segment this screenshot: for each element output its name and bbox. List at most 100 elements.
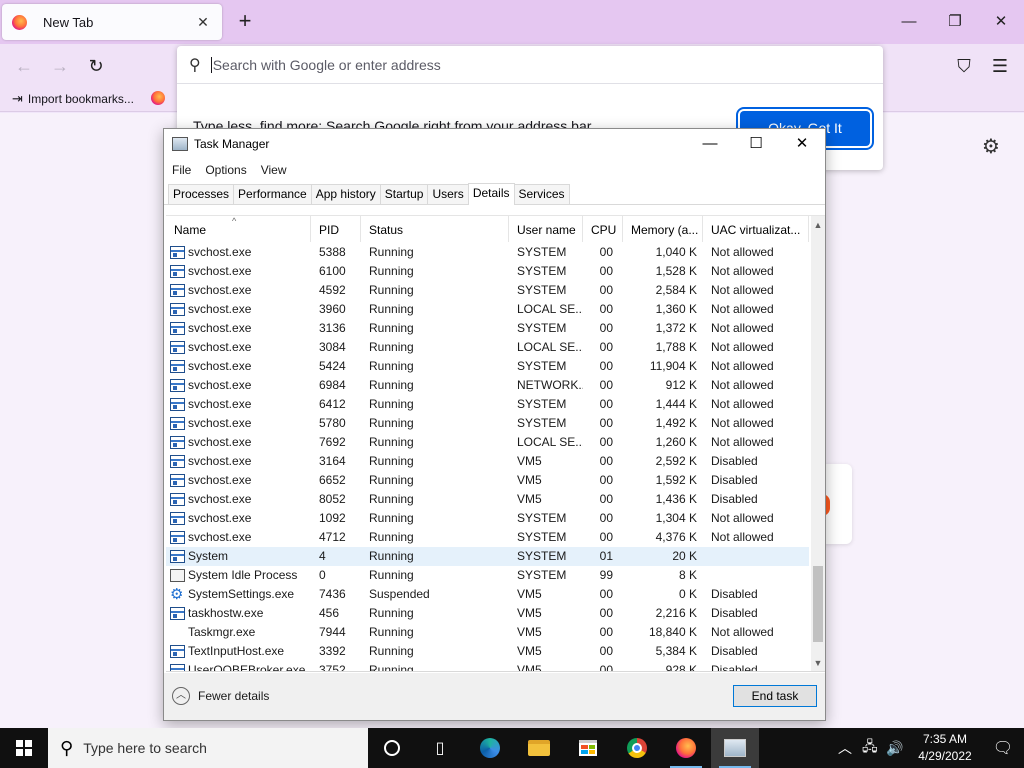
cell-mem: 1,788 K: [655, 340, 697, 354]
table-row[interactable]: svchost.exe 1092 Running SYSTEM 00 1,304 K Not…: [166, 509, 809, 528]
fewer-details-toggle[interactable]: ︿ Fewer details: [172, 687, 269, 705]
browser-close-button[interactable]: ✕: [978, 8, 1024, 36]
column-header-cpu[interactable]: CPU: [583, 216, 623, 242]
browser-maximize-button[interactable]: ❐: [932, 8, 978, 36]
menu-options[interactable]: Options: [205, 163, 246, 177]
cell-uac: Not allowed: [711, 302, 774, 316]
process-name-cell: taskhostw.exe: [166, 604, 311, 623]
column-header-user-name[interactable]: User name: [509, 216, 583, 242]
cortana-button[interactable]: [368, 728, 416, 768]
taskbar-search-box[interactable]: ⚲ Type here to search: [48, 728, 368, 768]
table-row[interactable]: svchost.exe 4592 Running SYSTEM 00 2,584 K Not…: [166, 281, 809, 300]
task-manager-taskbar-button[interactable]: [711, 728, 759, 768]
table-row[interactable]: System Idle Process 0 Running SYSTEM 99 8 K: [166, 566, 809, 585]
taskbar-clock[interactable]: 7:35 AM 4/29/2022: [910, 731, 980, 765]
column-header-uac[interactable]: UAC virtualizat...: [703, 216, 809, 242]
menu-file[interactable]: File: [172, 163, 191, 177]
browser-minimize-button[interactable]: —: [886, 8, 932, 36]
table-row[interactable]: svchost.exe 5780 Running SYSTEM 00 1,492 K Not…: [166, 414, 809, 433]
window-title: Task Manager: [194, 137, 270, 151]
table-row[interactable]: svchost.exe 6984 Running NETWORK... 00 912 K N…: [166, 376, 809, 395]
process-icon: [170, 569, 185, 582]
back-arrow-icon[interactable]: ←: [10, 52, 38, 80]
pocket-icon[interactable]: ⛉: [950, 52, 978, 80]
shortcut-tile[interactable]: [822, 464, 852, 544]
volume-icon[interactable]: 🔊: [886, 728, 903, 768]
scroll-thumb[interactable]: [813, 566, 823, 642]
edge-taskbar-button[interactable]: [466, 728, 514, 768]
close-tab-icon[interactable]: ✕: [194, 14, 212, 31]
cell-status: Running: [369, 340, 414, 354]
search-icon: ⚲: [60, 737, 74, 758]
table-row[interactable]: UserOOBEBroker.exe 3752 Running VM5 00 928 K D…: [166, 661, 809, 671]
notification-center-icon[interactable]: 🗨: [982, 728, 1024, 768]
task-view-button[interactable]: ▯​: [416, 728, 464, 768]
process-icon: [170, 322, 185, 335]
tm-minimize-button[interactable]: —: [687, 129, 733, 159]
tab-users[interactable]: Users: [427, 184, 469, 204]
table-row[interactable]: svchost.exe 4712 Running SYSTEM 00 4,376 K Not…: [166, 528, 809, 547]
scroll-up-icon[interactable]: ▲: [811, 218, 825, 232]
app-menu-icon[interactable]: ☰: [986, 52, 1014, 80]
table-row[interactable]: svchost.exe 3164 Running VM5 00 2,592 K Disabl…: [166, 452, 809, 471]
table-row[interactable]: svchost.exe 6652 Running VM5 00 1,592 K Disabl…: [166, 471, 809, 490]
tab-processes[interactable]: Processes: [168, 184, 235, 204]
cell-pid: 456: [319, 606, 340, 620]
browser-tab-new-tab[interactable]: New Tab ✕: [2, 4, 222, 40]
table-row[interactable]: svchost.exe 8052 Running VM5 00 1,436 K Disabl…: [166, 490, 809, 509]
table-row[interactable]: System 4 Running SYSTEM 01 20 K: [166, 547, 809, 566]
tm-maximize-button[interactable]: ☐: [733, 129, 779, 159]
cell-cpu: 00: [599, 473, 613, 487]
urlbar[interactable]: ⚲: [177, 46, 883, 84]
column-header-name[interactable]: ^ Name: [166, 216, 311, 242]
scroll-down-icon[interactable]: ▼: [811, 656, 825, 670]
folder-icon: [528, 740, 550, 756]
settings-gear-icon[interactable]: ⚙: [982, 134, 1000, 159]
table-row[interactable]: svchost.exe 3136 Running SYSTEM 00 1,372 K Not…: [166, 319, 809, 338]
table-row[interactable]: ⚙ SystemSettings.exe 7436 Suspended VM5 00 0 K…: [166, 585, 809, 604]
end-task-button[interactable]: End task: [733, 685, 817, 707]
chrome-taskbar-button[interactable]: [613, 728, 661, 768]
column-header-status[interactable]: Status: [361, 216, 509, 242]
bookmark-import[interactable]: ⇥ Import bookmarks...: [12, 91, 134, 107]
tab-services[interactable]: Services: [513, 184, 570, 204]
tab-details[interactable]: Details: [467, 183, 515, 205]
cell-pid: 3752: [319, 663, 346, 671]
cell-status: Running: [369, 511, 414, 525]
column-header-pid[interactable]: PID: [311, 216, 361, 242]
table-row[interactable]: svchost.exe 6412 Running SYSTEM 00 1,444 K Not…: [166, 395, 809, 414]
store-taskbar-button[interactable]: [564, 728, 612, 768]
table-row[interactable]: taskhostw.exe 456 Running VM5 00 2,216 K Disab…: [166, 604, 809, 623]
windows-taskbar: ⚲ Type here to search ▯​ ︿ 🖧 🔊 7:35 AM 4…: [0, 728, 1024, 768]
tab-app-history[interactable]: App history: [310, 184, 381, 204]
bookmark-firefox[interactable]: [151, 91, 170, 105]
start-button[interactable]: [0, 728, 48, 768]
file-explorer-taskbar-button[interactable]: [515, 728, 563, 768]
table-row[interactable]: svchost.exe 6100 Running SYSTEM 00 1,528 K Not…: [166, 262, 809, 281]
table-row[interactable]: svchost.exe 3960 Running LOCAL SE... 00 1,360…: [166, 300, 809, 319]
table-row[interactable]: svchost.exe 3084 Running LOCAL SE... 00 1,788…: [166, 338, 809, 357]
url-input[interactable]: [210, 56, 811, 73]
tab-startup[interactable]: Startup: [379, 184, 429, 204]
vertical-scrollbar[interactable]: ▲ ▼: [811, 216, 825, 671]
tray-overflow-chevron-icon[interactable]: ︿: [838, 728, 852, 768]
tm-close-button[interactable]: ✕: [779, 129, 825, 159]
table-row[interactable]: svchost.exe 7692 Running LOCAL SE... 00 1,260…: [166, 433, 809, 452]
table-row[interactable]: Taskmgr.exe 7944 Running VM5 00 18,840 K Not a…: [166, 623, 809, 642]
process-icon: [170, 493, 185, 506]
new-tab-button[interactable]: +: [232, 8, 258, 34]
process-name-cell: svchost.exe: [166, 319, 311, 338]
column-header-memory[interactable]: Memory (a...: [623, 216, 703, 242]
cell-pid: 5388: [319, 245, 346, 259]
table-row[interactable]: svchost.exe 5424 Running SYSTEM 00 11,904 K No…: [166, 357, 809, 376]
menu-view[interactable]: View: [261, 163, 287, 177]
cell-mem: 1,444 K: [655, 397, 697, 411]
reload-icon[interactable]: ↻: [82, 52, 110, 80]
cell-pid: 3392: [319, 644, 346, 658]
table-row[interactable]: TextInputHost.exe 3392 Running VM5 00 5,384 K…: [166, 642, 809, 661]
tab-performance[interactable]: Performance: [233, 184, 312, 204]
forward-arrow-icon[interactable]: →: [46, 52, 74, 80]
network-icon[interactable]: 🖧: [862, 728, 878, 768]
table-row[interactable]: svchost.exe 5388 Running SYSTEM 00 1,040 K Not…: [166, 243, 809, 262]
firefox-taskbar-button[interactable]: [662, 728, 710, 768]
